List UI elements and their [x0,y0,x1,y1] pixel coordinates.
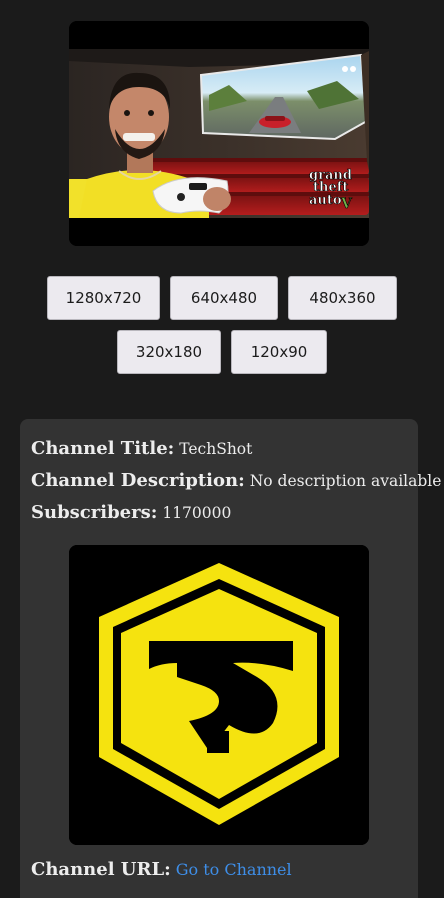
channel-title-line: Channel Title: TechShot [31,438,252,459]
subscribers-line: Subscribers: 1170000 [31,502,231,523]
go-to-channel-link[interactable]: Go to Channel [176,860,292,879]
resolution-button-640x480[interactable]: 640x480 [170,276,278,320]
resolution-button-120x90[interactable]: 120x90 [231,330,327,374]
resolution-button-1280x720[interactable]: 1280x720 [47,276,160,320]
channel-info-card: Channel Title: TechShot Channel Descript… [20,419,441,898]
channel-description-value: No description available [249,472,442,490]
channel-url-line: Channel URL: Go to Channel [31,859,292,880]
channel-title-value: TechShot [179,440,253,458]
subscribers-label: Subscribers: [31,502,158,523]
video-thumbnail: grand theft auto V [69,21,369,246]
channel-description-label: Channel Description: [31,470,245,491]
resolution-row-1: 1280x720 640x480 480x360 [0,276,444,320]
thumbnail-overlay-line: V [340,196,353,212]
subscribers-value: 1170000 [162,504,232,522]
channel-url-label: Channel URL: [31,859,171,880]
channel-logo [69,545,369,845]
video-thumbnail-image: grand theft auto V [69,21,369,246]
channel-logo-image [69,545,369,845]
resolution-button-480x360[interactable]: 480x360 [288,276,397,320]
resolution-button-320x180[interactable]: 320x180 [117,330,221,374]
channel-title-label: Channel Title: [31,438,175,459]
channel-description-line: Channel Description: No description avai… [31,470,441,491]
thumbnail-overlay-line: auto [309,193,342,208]
resolution-row-2: 320x180 120x90 [0,330,444,374]
page: grand theft auto V 1280x720 640x480 480x… [0,0,444,898]
